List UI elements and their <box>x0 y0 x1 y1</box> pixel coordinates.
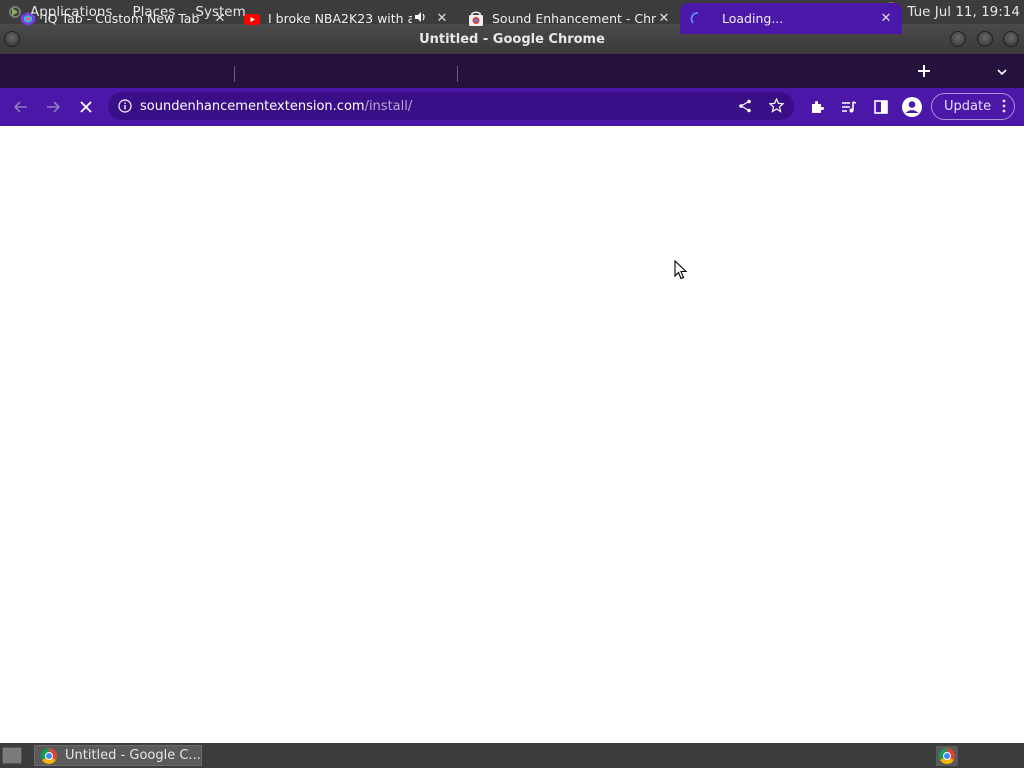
tab-label: Loading... <box>722 11 784 26</box>
chrome-icon <box>41 747 57 764</box>
tab-separator <box>457 66 458 82</box>
close-window-button[interactable] <box>1003 31 1019 47</box>
site-info-icon[interactable] <box>118 99 132 113</box>
tab-strip <box>0 54 1024 88</box>
side-panel-icon[interactable] <box>870 96 892 118</box>
tab-loading[interactable]: Loading... ✕ <box>680 3 902 34</box>
tab-youtube[interactable]: I broke NBA2K23 with a ✕ <box>236 3 456 34</box>
taskbar-item-label: Untitled - Google C... <box>65 748 201 763</box>
tab-close-icon[interactable]: ✕ <box>878 11 894 26</box>
tab-separator <box>234 66 235 82</box>
chrome-icon <box>939 748 955 764</box>
forward-arrow-icon[interactable] <box>42 96 64 118</box>
stop-loading-icon[interactable] <box>75 96 97 118</box>
tab-label: IQ Tab - Custom New Tab <box>44 11 200 26</box>
tab-close-icon[interactable]: ✕ <box>434 11 450 26</box>
share-icon[interactable] <box>738 99 752 113</box>
show-desktop-icon[interactable] <box>2 747 22 764</box>
update-label: Update <box>944 99 992 114</box>
tab-close-icon[interactable]: ✕ <box>212 11 228 26</box>
tab-label: Sound Enhancement - Chro <box>492 11 656 26</box>
window-title: Untitled - Google Chrome <box>419 32 605 47</box>
url-host: soundenhancementextension.com <box>140 98 365 114</box>
loading-spinner-icon <box>690 11 706 27</box>
tab-sound-enhancement[interactable]: Sound Enhancement - Chro ✕ <box>459 3 678 34</box>
bookmark-star-icon[interactable] <box>769 98 784 113</box>
workspace-switcher-chrome-icon[interactable] <box>936 746 958 766</box>
tab-close-icon[interactable]: ✕ <box>656 11 672 26</box>
page-content-area[interactable] <box>0 126 1024 743</box>
new-tab-button[interactable] <box>912 59 936 83</box>
media-controls-icon[interactable] <box>838 96 860 118</box>
tab-label: I broke NBA2K23 with a <box>268 11 412 26</box>
address-bar[interactable]: soundenhancementextension.com/install/ <box>108 92 794 120</box>
url-path: /install/ <box>364 98 413 114</box>
bottom-taskbar: Untitled - Google C... <box>0 743 1024 768</box>
back-arrow-icon[interactable] <box>10 96 32 118</box>
extensions-puzzle-icon[interactable] <box>806 96 828 118</box>
minimize-button[interactable] <box>950 31 966 47</box>
iq-tab-icon <box>20 11 36 27</box>
browser-toolbar: soundenhancementextension.com/install/ U… <box>0 88 1024 126</box>
taskbar-item-chrome[interactable]: Untitled - Google C... <box>34 745 202 766</box>
audio-playing-icon[interactable] <box>412 11 428 27</box>
tab-search-chevron-down-icon[interactable] <box>992 62 1012 82</box>
clock[interactable]: Tue Jul 11, 19:14 <box>907 4 1020 20</box>
profile-avatar-icon[interactable] <box>901 96 923 118</box>
update-button[interactable]: Update <box>931 93 1015 120</box>
tab-iq-tab[interactable]: IQ Tab - Custom New Tab ✕ <box>12 3 234 34</box>
mouse-pointer-icon <box>674 259 688 280</box>
chrome-store-icon <box>468 11 484 27</box>
kebab-menu-icon[interactable] <box>1002 98 1006 118</box>
maximize-button[interactable] <box>977 31 993 47</box>
youtube-icon <box>244 11 260 27</box>
